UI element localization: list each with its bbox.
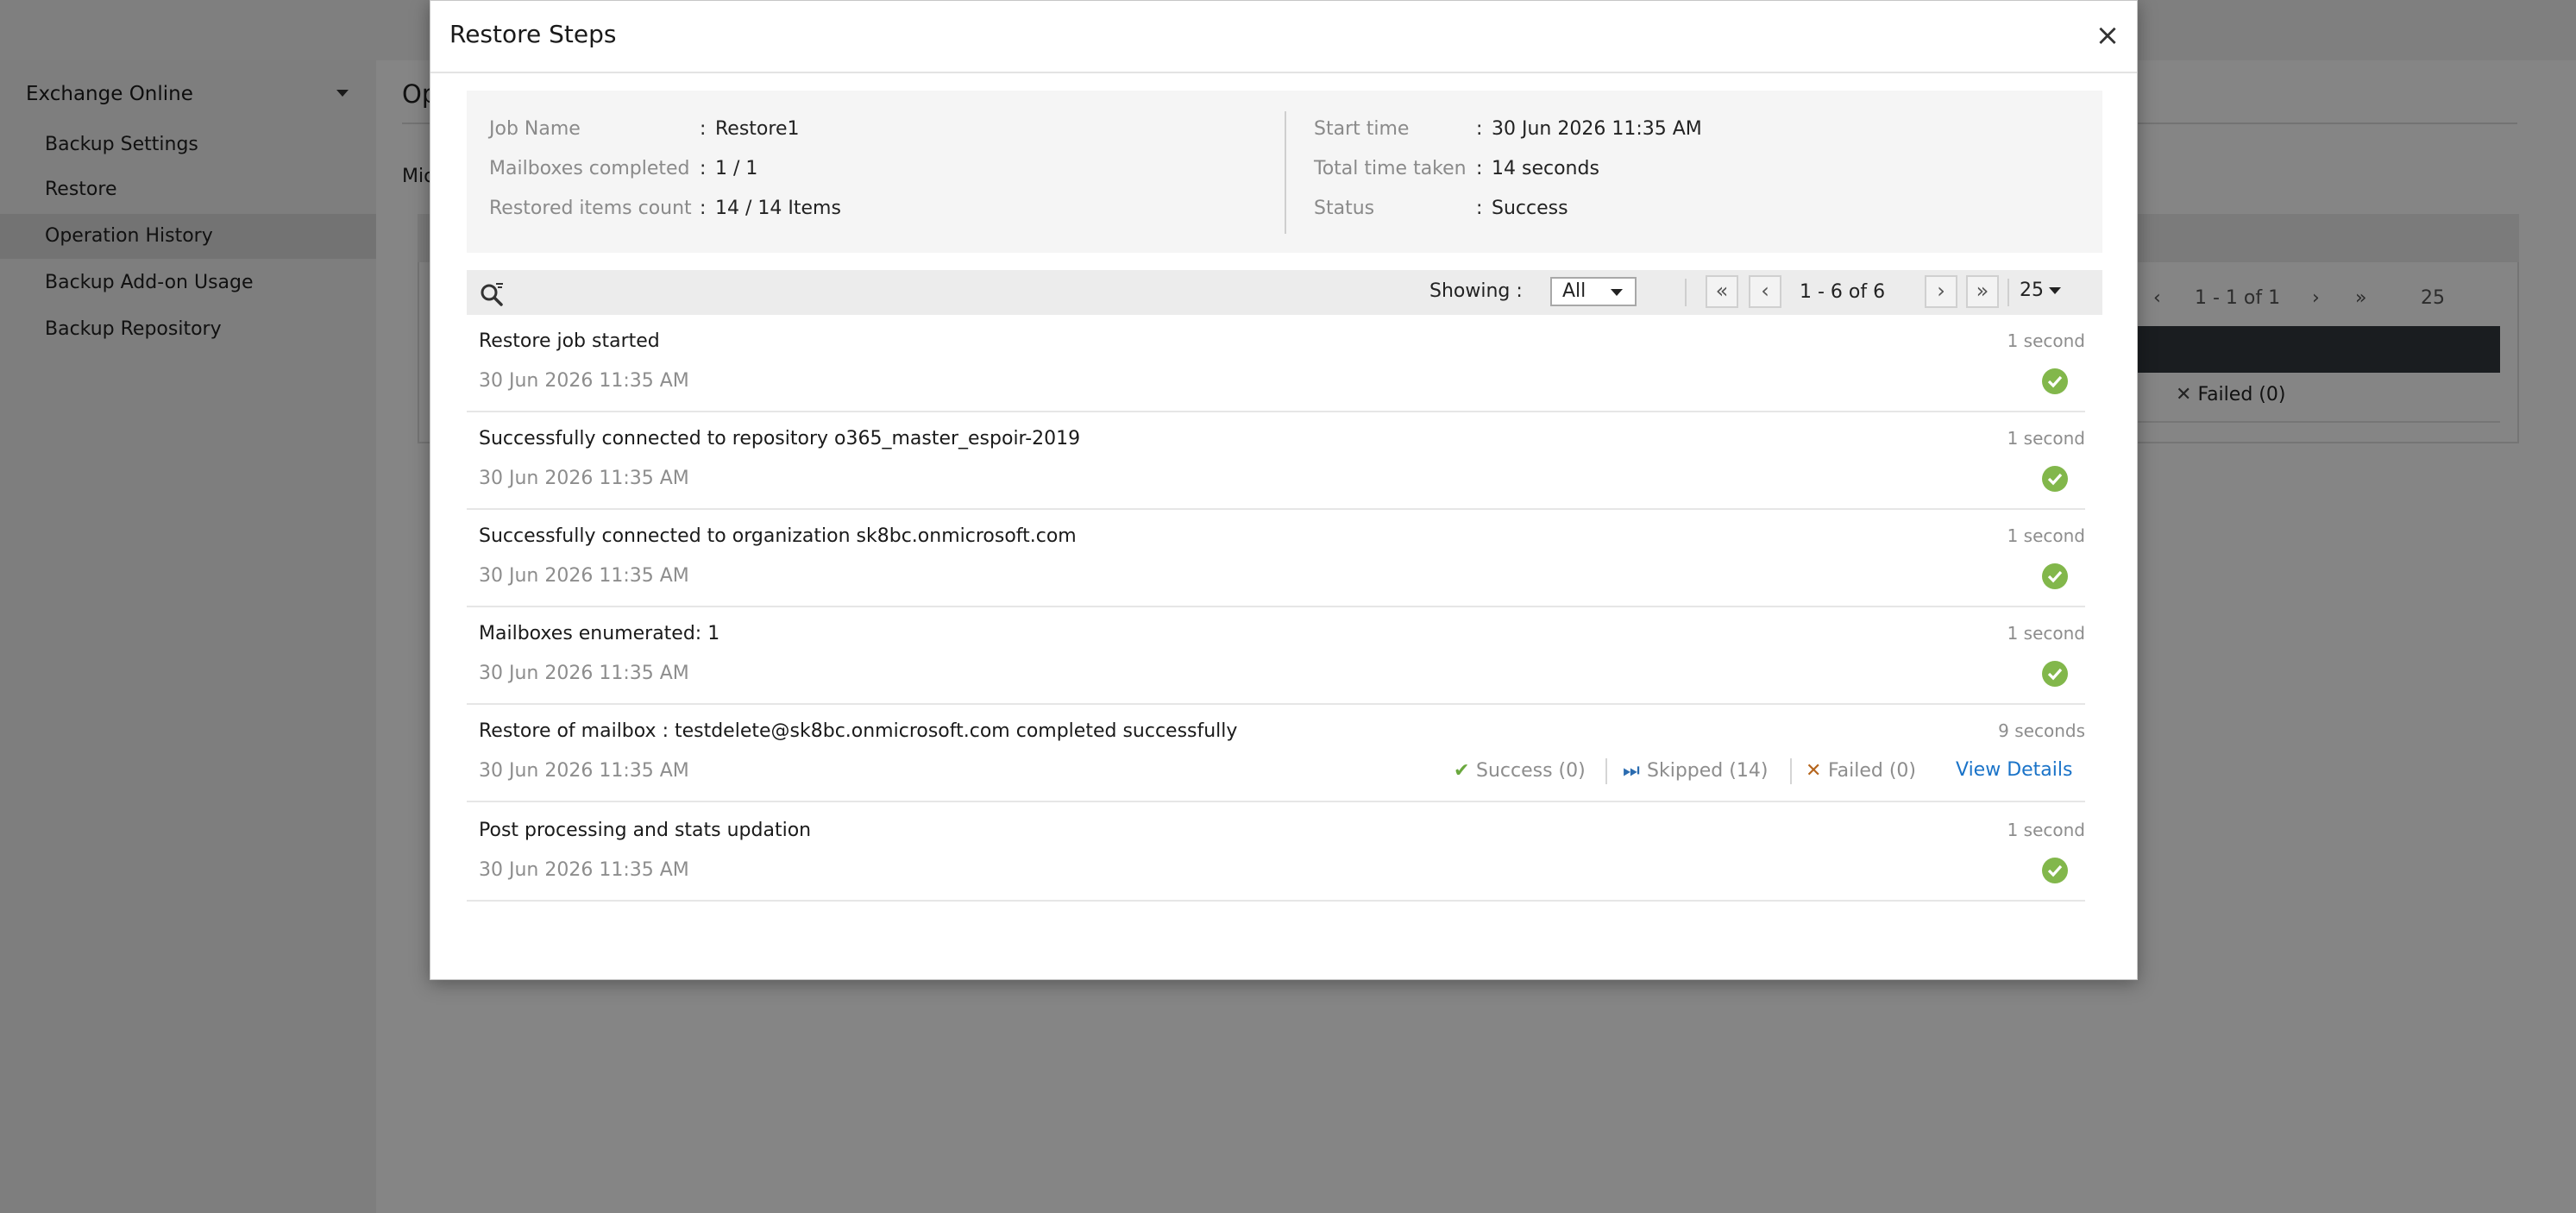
step-title: Mailboxes enumerated: 1	[479, 623, 720, 644]
start-time-value: 30 Jun 2026 11:35 AM	[1492, 118, 1702, 140]
restored-items-value: 14 / 14 Items	[715, 198, 841, 219]
mailboxes-completed-colon: :	[700, 158, 707, 179]
step-time: 30 Jun 2026 11:35 AM	[479, 760, 689, 782]
dialog-header: Restore Steps ×	[430, 1, 2137, 73]
step-duration: 1 second	[2007, 820, 2085, 840]
restore-steps-dialog: Restore Steps × Job Name : Restore1 Mail…	[430, 0, 2138, 980]
mailboxes-completed-label: Mailboxes completed	[489, 158, 690, 179]
step-time: 30 Jun 2026 11:35 AM	[479, 663, 689, 684]
step-duration: 9 seconds	[1998, 720, 2085, 741]
dialog-title: Restore Steps	[449, 20, 617, 48]
status-colon: :	[1476, 198, 1483, 219]
total-time-colon: :	[1476, 158, 1483, 179]
showing-label: Showing :	[1429, 280, 1523, 302]
per-page-value: 25	[2020, 280, 2044, 301]
success-count: Success (0)	[1476, 760, 1586, 782]
success-check-icon	[2042, 466, 2068, 492]
per-page-select[interactable]: 25	[2020, 280, 2061, 301]
step-row: Post processing and stats updation 30 Ju…	[467, 804, 2085, 902]
step-title: Restore of mailbox : testdelete@sk8bc.on…	[479, 720, 1238, 742]
stat-separator	[1605, 758, 1607, 784]
success-check-icon	[2042, 368, 2068, 394]
success-check-icon	[2042, 661, 2068, 687]
success-check-icon	[2042, 858, 2068, 883]
skipped-icon: ⏭	[1623, 760, 1640, 782]
step-time: 30 Jun 2026 11:35 AM	[479, 370, 689, 392]
steps-toolbar: Showing : All « ‹ 1 - 6 of 6 › » 25	[467, 270, 2102, 315]
total-time-value: 14 seconds	[1492, 158, 1599, 179]
job-name-label: Job Name	[489, 118, 581, 140]
prev-page-icon[interactable]: ‹	[1749, 275, 1781, 308]
next-page-icon[interactable]: ›	[1925, 275, 1957, 308]
job-name-value: Restore1	[715, 118, 800, 140]
toolbar-separator	[1685, 279, 1687, 306]
success-check-icon: ✔	[1454, 760, 1470, 782]
skipped-count: Skipped (14)	[1647, 760, 1769, 782]
failed-x-icon: ✕	[1806, 760, 1822, 782]
step-title: Successfully connected to repository o36…	[479, 428, 1081, 449]
step-row: Restore job started 30 Jun 2026 11:35 AM…	[467, 315, 2085, 412]
start-time-colon: :	[1476, 118, 1483, 140]
total-time-label: Total time taken	[1314, 158, 1467, 179]
step-duration: 1 second	[2007, 428, 2085, 449]
step-duration: 1 second	[2007, 623, 2085, 644]
step-duration: 1 second	[2007, 330, 2085, 351]
step-row: Restore of mailbox : testdelete@sk8bc.on…	[467, 705, 2085, 802]
showing-filter-select[interactable]: All	[1550, 277, 1637, 306]
step-row: Successfully connected to organization s…	[467, 510, 2085, 607]
stat-separator	[1790, 758, 1792, 784]
step-row: Mailboxes enumerated: 1 30 Jun 2026 11:3…	[467, 607, 2085, 705]
status-label: Status	[1314, 198, 1375, 219]
search-filter-icon[interactable]	[479, 280, 505, 306]
pager-text: 1 - 6 of 6	[1800, 281, 1886, 303]
last-page-icon[interactable]: »	[1966, 275, 1999, 308]
step-time: 30 Jun 2026 11:35 AM	[479, 468, 689, 489]
mailboxes-completed-value: 1 / 1	[715, 158, 758, 179]
failed-count: Failed (0)	[1828, 760, 1916, 782]
start-time-label: Start time	[1314, 118, 1410, 140]
step-time: 30 Jun 2026 11:35 AM	[479, 565, 689, 587]
chevron-down-icon	[1611, 289, 1623, 296]
job-name-colon: :	[700, 118, 707, 140]
first-page-icon[interactable]: «	[1706, 275, 1738, 308]
toolbar-separator	[2007, 279, 2009, 306]
job-summary-panel: Job Name : Restore1 Mailboxes completed …	[467, 91, 2102, 253]
step-duration: 1 second	[2007, 525, 2085, 546]
step-row: Successfully connected to repository o36…	[467, 412, 2085, 510]
restored-items-colon: :	[700, 198, 707, 219]
step-time: 30 Jun 2026 11:35 AM	[479, 859, 689, 881]
close-icon[interactable]: ×	[2090, 18, 2125, 53]
showing-filter-value: All	[1562, 280, 1586, 302]
view-details-link[interactable]: View Details	[1956, 759, 2072, 781]
status-value: Success	[1492, 198, 1568, 219]
success-check-icon	[2042, 563, 2068, 589]
chevron-down-icon	[2049, 287, 2061, 294]
restored-items-label: Restored items count	[489, 198, 692, 219]
step-title: Post processing and stats updation	[479, 820, 812, 841]
step-title: Successfully connected to organization s…	[479, 525, 1077, 547]
step-title: Restore job started	[479, 330, 660, 352]
summary-divider	[1285, 111, 1286, 234]
